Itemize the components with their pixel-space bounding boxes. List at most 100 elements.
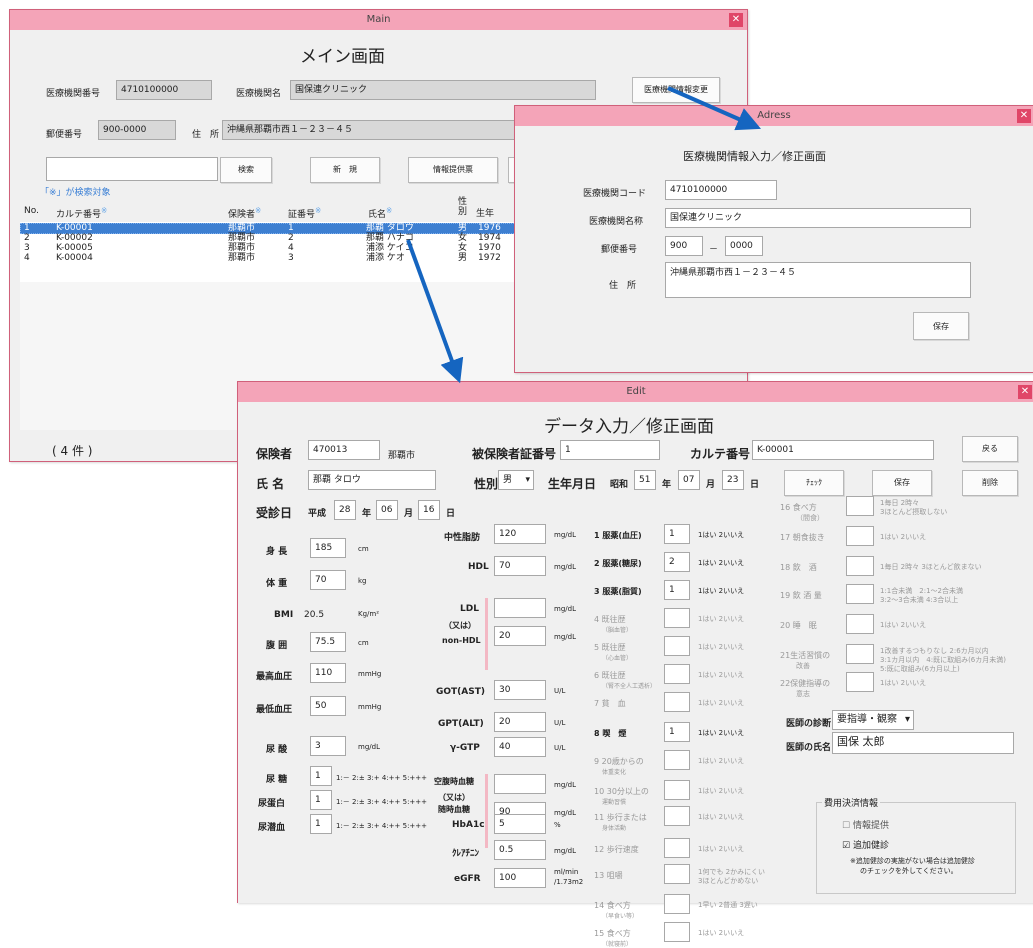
- insurer-code-field[interactable]: 470013: [308, 440, 380, 460]
- address-titlebar[interactable]: Adress ✕: [515, 106, 1033, 126]
- bp-high-field[interactable]: 110: [310, 663, 346, 683]
- hba1c-field[interactable]: 5: [494, 814, 546, 834]
- clinic-info-change-button[interactable]: 医療機関情報変更: [632, 77, 720, 103]
- edit-save-button[interactable]: 保存: [872, 470, 932, 496]
- question-answer-field[interactable]: 1: [664, 580, 690, 600]
- table-row[interactable]: 1 K-00001 那覇市 1 那覇 タロウ 男 1976: [20, 223, 520, 233]
- question-answer-field[interactable]: [846, 526, 874, 546]
- ggtp-field[interactable]: 40: [494, 737, 546, 757]
- col-name: 氏名※: [368, 206, 393, 220]
- table-row[interactable]: 2 K-00002 那覇市 2 那覇 ハナコ 女 1974: [20, 233, 520, 243]
- address-textarea[interactable]: 沖縄県那覇市西１－２３－４５: [665, 262, 971, 298]
- chevron-down-icon[interactable]: ▾: [525, 471, 530, 489]
- ggtp-label: γ-GTP: [450, 743, 480, 753]
- question-answer-field[interactable]: 1: [664, 722, 690, 742]
- fbs-field[interactable]: [494, 774, 546, 794]
- urine-blood-field[interactable]: 1: [310, 814, 332, 834]
- delete-button[interactable]: 削除: [962, 470, 1018, 496]
- question-answer-field[interactable]: [664, 806, 690, 826]
- edit-close-icon[interactable]: ✕: [1018, 385, 1032, 399]
- cert-field[interactable]: 1: [560, 440, 660, 460]
- search-button[interactable]: 検索: [220, 157, 272, 183]
- got-field[interactable]: 30: [494, 680, 546, 700]
- question-label: 20 睡 眠: [780, 621, 817, 630]
- question-sublabel: 意志: [796, 690, 810, 698]
- row-cell-insurer: 那覇市: [228, 233, 256, 243]
- main-titlebar[interactable]: Main ✕: [10, 10, 747, 30]
- chevron-down-icon[interactable]: ▾: [905, 711, 910, 729]
- question-answer-field[interactable]: [664, 838, 690, 858]
- hdl-field[interactable]: 70: [494, 556, 546, 576]
- ldl-field[interactable]: [494, 598, 546, 618]
- urine-sugar-field[interactable]: 1: [310, 766, 332, 786]
- info-provide-checkbox[interactable]: ☐ 情報提供: [842, 818, 889, 831]
- back-button[interactable]: 戻る: [962, 436, 1018, 462]
- edit-titlebar[interactable]: Edit ✕: [238, 382, 1033, 402]
- exam-month-field[interactable]: 06: [376, 500, 398, 520]
- gpt-field[interactable]: 20: [494, 712, 546, 732]
- birth-day-field[interactable]: 23: [722, 470, 744, 490]
- question-label: 17 朝食抜き: [780, 533, 825, 542]
- info-sheet-button[interactable]: 情報提供票: [408, 157, 498, 183]
- karte-field[interactable]: K-00001: [752, 440, 934, 460]
- main-close-icon[interactable]: ✕: [729, 13, 743, 27]
- table-row[interactable]: 3 K-00005 那覇市 4 浦添 ケイコ 女 1970: [20, 243, 520, 253]
- question-answer-field[interactable]: 2: [664, 552, 690, 572]
- search-input[interactable]: [46, 157, 218, 181]
- birth-day-unit: 日: [750, 480, 760, 490]
- name-field[interactable]: 国保連クリニック: [665, 208, 971, 228]
- egfr-field[interactable]: 100: [494, 868, 546, 888]
- exam-day-field[interactable]: 16: [418, 500, 440, 520]
- doctor-name-field[interactable]: 国保 太郎: [832, 732, 1014, 754]
- question-answer-field[interactable]: [664, 664, 690, 684]
- main-heading: メイン画面: [300, 47, 385, 67]
- question-answer-field[interactable]: [664, 780, 690, 800]
- uric-field[interactable]: 3: [310, 736, 346, 756]
- question-answer-field[interactable]: [846, 614, 874, 634]
- doctor-diag-select[interactable]: 要指導・観察 ▾: [832, 710, 914, 730]
- name-field-edit[interactable]: 那覇 タロウ: [308, 470, 436, 490]
- question-answer-field[interactable]: [664, 692, 690, 712]
- question-answer-field[interactable]: [846, 556, 874, 576]
- question-label: 11 歩行または: [594, 813, 647, 822]
- urine-protein-field[interactable]: 1: [310, 790, 332, 810]
- question-answer-field[interactable]: 1: [664, 524, 690, 544]
- patient-list[interactable]: 1 K-00001 那覇市 1 那覇 タロウ男 1976 2 K-00002 那覇市 2 那覇 ハナ…: [20, 222, 520, 282]
- question-answer-field[interactable]: [846, 584, 874, 604]
- address-close-icon[interactable]: ✕: [1017, 109, 1031, 123]
- question-answer-field[interactable]: [664, 894, 690, 914]
- bp-low-field[interactable]: 50: [310, 696, 346, 716]
- address-save-button[interactable]: 保存: [913, 312, 969, 340]
- exam-year-field[interactable]: 28: [334, 500, 356, 520]
- name-label-edit: 氏 名: [256, 477, 285, 491]
- question-answer-field[interactable]: [664, 750, 690, 770]
- new-button[interactable]: 新 規: [310, 157, 380, 183]
- fee-group-label: 費用決済情報: [822, 796, 881, 809]
- sex-select[interactable]: 男 ▾: [498, 470, 534, 490]
- birth-year-field[interactable]: 51: [634, 470, 656, 490]
- hdl-unit: mg/dL: [554, 563, 576, 571]
- question-answer-field[interactable]: [846, 672, 874, 692]
- question-sublabel: 身体活動: [602, 825, 627, 832]
- height-field[interactable]: 185: [310, 538, 346, 558]
- question-answer-field[interactable]: [846, 644, 874, 664]
- code-field[interactable]: 4710100000: [665, 180, 777, 200]
- extra-exam-checkbox[interactable]: ☑ 追加健診: [842, 838, 889, 851]
- table-row[interactable]: 4 K-00004 那覇市 3 浦添 ケオ 男 1972: [20, 253, 520, 263]
- weight-field[interactable]: 70: [310, 570, 346, 590]
- nonhdl-field[interactable]: 20: [494, 626, 546, 646]
- tg-field[interactable]: 120: [494, 524, 546, 544]
- birth-month-field[interactable]: 07: [678, 470, 700, 490]
- question-answer-field[interactable]: [664, 864, 690, 884]
- question-answer-field[interactable]: [664, 608, 690, 628]
- cre-field[interactable]: 0.5: [494, 840, 546, 860]
- question-answer-field[interactable]: [664, 922, 690, 942]
- question-answer-field[interactable]: [846, 496, 874, 516]
- postal1-field[interactable]: 900: [665, 236, 703, 256]
- birth-era: 昭和: [610, 480, 629, 490]
- check-button[interactable]: ﾁｪｯｸ: [784, 470, 844, 496]
- question-answer-field[interactable]: [664, 636, 690, 656]
- postal2-field[interactable]: 0000: [725, 236, 763, 256]
- waist-field[interactable]: 75.5: [310, 632, 346, 652]
- height-label: 身 長: [266, 547, 288, 557]
